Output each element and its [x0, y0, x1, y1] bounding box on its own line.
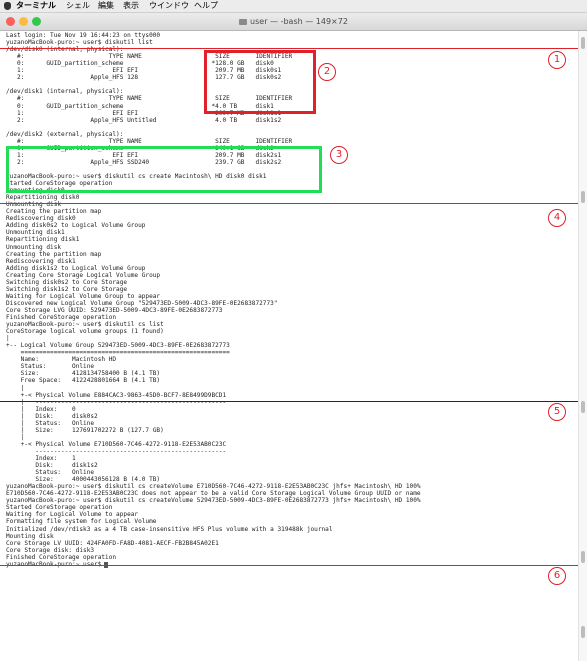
terminal-line: Disk: disk1s2	[6, 462, 98, 470]
window-title: user — -bash — 149×72	[0, 13, 587, 30]
menu-bar: ターミナル シェル 編集 表示 ウインドウ ヘルプ	[0, 0, 587, 13]
scroll-thumb[interactable]	[581, 191, 585, 203]
terminal-line: yuzanoMacBook-puro:~ user$ diskutil cs l…	[6, 321, 164, 329]
terminal-line: Finished CoreStorage operation	[6, 553, 117, 561]
home-folder-icon	[239, 18, 248, 25]
terminal-line: Size: 4000443056128 B (4.0 TB)	[6, 476, 161, 484]
annotation-number: 3	[330, 146, 348, 164]
terminal-line: Finished CoreStorage operation	[6, 314, 117, 321]
terminal-line: Repartitioning disk1	[6, 236, 80, 244]
terminal-line: Core Storage disk: disk3	[6, 546, 95, 554]
terminal-line: +-- Logical Volume Group 529473ED-5009-4…	[6, 342, 230, 350]
terminal-line: |	[6, 384, 25, 392]
terminal-line: Status: Online	[6, 363, 95, 371]
terminal-line: Size: 4128134758400 B (4.1 TB)	[6, 370, 161, 378]
terminal-line: Initialized /dev/rdisk3 as a 4 TB case-i…	[6, 525, 333, 533]
terminal-line: Waiting for Logical Volume to appear	[6, 511, 139, 519]
terminal-line: yuzanoMacBook-puro:~ user$ diskutil cs c…	[6, 497, 421, 505]
annotation-number: 2	[318, 63, 336, 81]
terminal-line: yuzanoMacBook-puro:~ user$ diskutil cs c…	[6, 483, 421, 491]
menu-item[interactable]: ヘルプ	[194, 0, 218, 12]
terminal-line: #: TYPE NAME SIZE IDENTIFIER	[6, 137, 293, 145]
terminal-line: Discovered new Logical Volume Group "529…	[6, 299, 278, 307]
terminal-line: |	[6, 433, 25, 441]
terminal-line: ----------------------------------------…	[6, 447, 227, 455]
terminal-line: | Size: 127691702272 B (127.7 GB)	[6, 426, 164, 434]
terminal-line: 2: Apple_HFS Untitled 4.0 TB disk1s2	[6, 116, 282, 124]
scroll-thumb[interactable]	[581, 37, 585, 49]
terminal-line: +-< Physical Volume E710D560-7C46-4272-9…	[6, 440, 227, 448]
annotation-number: 4	[548, 209, 566, 227]
terminal-line: Rediscovering disk0	[6, 215, 76, 223]
section-divider	[0, 203, 578, 204]
section-divider	[0, 48, 578, 49]
scrollbar[interactable]	[578, 31, 587, 661]
terminal-line: Status: Online	[6, 469, 95, 477]
annotation-number: 5	[548, 403, 566, 421]
terminal-line: | Status: Online	[6, 419, 95, 427]
terminal-line: | Disk: disk0s2	[6, 412, 98, 420]
terminal-line: Free Space: 4122428801664 B (4.1 TB)	[6, 377, 161, 385]
terminal-line: Adding disk1s2 to Logical Volume Group	[6, 264, 146, 272]
terminal-line: E710D560-7C46-4272-9118-E2E53AB0C23C doe…	[6, 490, 421, 498]
terminal-line: | Index: 0	[6, 405, 76, 413]
terminal-line: Last login: Tue Nov 19 16:44:23 on ttys0…	[6, 32, 161, 39]
window-title-bar: user — -bash — 149×72	[0, 13, 587, 31]
menu-item[interactable]: シェル	[66, 0, 90, 12]
terminal-line: ========================================…	[6, 349, 230, 357]
terminal-line: Repartitioning disk0	[6, 194, 80, 202]
scroll-thumb[interactable]	[581, 626, 585, 638]
terminal-line: Unmounting disk1	[6, 229, 65, 237]
terminal-line: Mounting disk	[6, 532, 54, 540]
section-divider	[0, 565, 578, 566]
menu-item[interactable]: ターミナル	[16, 0, 56, 12]
terminal-line: Switching disk1s2 to Core Storage	[6, 285, 128, 293]
terminal-line: Creating the partition map	[6, 250, 102, 258]
terminal-line: Waiting for Logical Volume Group to appe…	[6, 292, 161, 300]
terminal-line: Creating Core Storage Logical Volume Gro…	[6, 271, 161, 279]
terminal-line: Core Storage LVG UUID: 529473ED-5009-4DC…	[6, 306, 223, 314]
terminal-line: Formatting file system for Logical Volum…	[6, 518, 157, 526]
terminal-line: yuzanoMacBook-puro:~ user$ diskutil list	[6, 39, 153, 47]
terminal-line: Adding disk0s2 to Logical Volume Group	[6, 222, 146, 230]
menu-item[interactable]: 表示	[123, 0, 139, 12]
terminal-line: /dev/disk2 (external, physical):	[6, 130, 124, 138]
menu-item[interactable]: ウインドウ	[149, 0, 189, 12]
scroll-thumb[interactable]	[581, 551, 585, 563]
terminal-line: Rediscovering disk1	[6, 257, 76, 265]
annotation-number: 1	[548, 51, 566, 69]
terminal-line: Index: 1	[6, 455, 76, 462]
terminal-line: Core Storage LV UUID: 424FA0FD-FA8D-4081…	[6, 539, 219, 547]
window-title-text: user — -bash — 149×72	[250, 17, 348, 26]
terminal-line: | --------------------------------------…	[6, 398, 227, 406]
terminal-line: |	[6, 335, 10, 343]
terminal-line: Switching disk0s2 to Core Storage	[6, 278, 128, 286]
terminal-line: Unmounting disk	[6, 243, 62, 251]
annotation-number: 6	[548, 567, 566, 585]
apple-menu-icon[interactable]	[4, 2, 11, 10]
highlight-box	[6, 146, 322, 193]
terminal-line: Creating the partition map	[6, 208, 102, 216]
terminal-line: CoreStorage logical volume groups (1 fou…	[6, 328, 164, 336]
terminal-line: Started CoreStorage operation	[6, 504, 113, 512]
terminal-line: /dev/disk1 (internal, physical):	[6, 88, 124, 96]
terminal-line: Name: Macintosh HD	[6, 356, 117, 364]
terminal-line: +-< Physical Volume E884CAC3-9863-45D0-B…	[6, 391, 227, 399]
section-divider	[0, 401, 578, 402]
terminal-output[interactable]: Last login: Tue Nov 19 16:44:23 on ttys0…	[0, 31, 587, 661]
scroll-thumb[interactable]	[581, 401, 585, 413]
highlight-box	[204, 50, 316, 114]
menu-item[interactable]: 編集	[98, 0, 114, 12]
